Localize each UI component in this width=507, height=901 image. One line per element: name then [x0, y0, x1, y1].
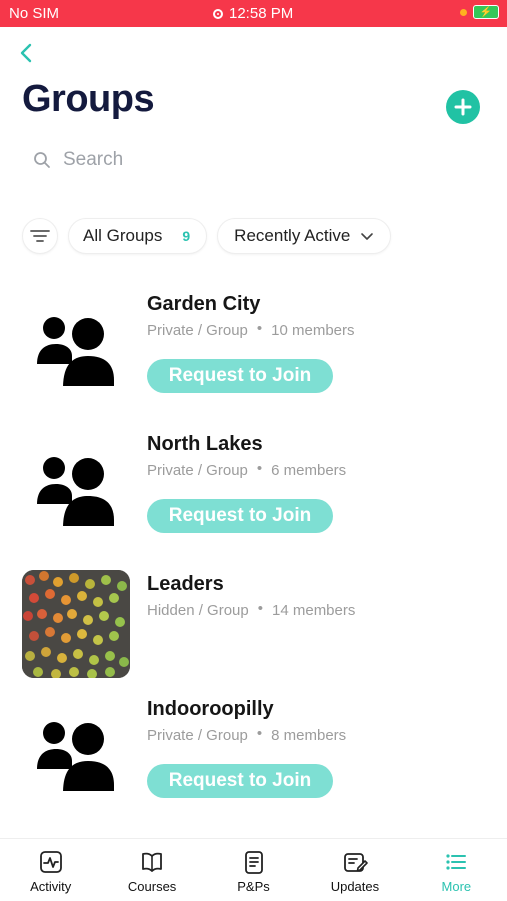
- group-visibility: Private / Group: [147, 727, 248, 744]
- clock-label: 12:58 PM: [229, 5, 294, 22]
- tab-label: Courses: [127, 879, 177, 894]
- chevron-down-icon: [361, 233, 374, 240]
- activity-icon: [39, 851, 62, 873]
- group-name: Leaders: [147, 573, 224, 595]
- sort-label: Recently Active: [234, 226, 351, 245]
- group-visibility: Private / Group: [147, 322, 248, 339]
- tab-updates[interactable]: Updates: [304, 839, 405, 901]
- filter-icon: [30, 230, 50, 242]
- back-button[interactable]: [17, 41, 37, 65]
- group-avatar: [22, 292, 130, 400]
- game-pieces-image: [22, 570, 130, 678]
- group-members: 8 members: [271, 727, 347, 744]
- group-members: 14 members: [272, 602, 356, 619]
- group-name: Garden City: [147, 293, 261, 315]
- updates-icon: [344, 853, 368, 872]
- filter-bar: All Groups 9 Recently Active: [22, 218, 392, 254]
- request-to-join-button[interactable]: Request to Join: [147, 499, 333, 533]
- group-members: 6 members: [271, 462, 347, 479]
- status-bar: No SIM 12:58 PM ⚡: [0, 0, 507, 27]
- bottom-tab-bar: Activity Courses P&Ps Updates More: [0, 838, 507, 901]
- group-visibility: Private / Group: [147, 462, 248, 479]
- group-meta: Private / Group • 6 members: [147, 460, 347, 479]
- group-meta: Private / Group • 8 members: [147, 725, 347, 744]
- sort-dropdown[interactable]: Recently Active: [217, 218, 392, 254]
- status-time: 12:58 PM: [213, 5, 293, 22]
- filter-button[interactable]: [22, 218, 58, 254]
- people-icon: [37, 722, 114, 791]
- battery-charging-icon: ⚡: [473, 5, 499, 19]
- tab-label: Updates: [330, 879, 380, 894]
- add-group-button[interactable]: [446, 90, 480, 124]
- search-input[interactable]: Search: [33, 146, 123, 174]
- tab-label: More: [441, 879, 472, 894]
- page-title: Groups: [22, 78, 155, 120]
- all-groups-filter[interactable]: All Groups 9: [68, 218, 208, 254]
- tab-label: Activity: [30, 879, 72, 894]
- search-placeholder: Search: [63, 149, 124, 170]
- status-indicators: ⚡: [460, 5, 499, 19]
- tab-pps[interactable]: P&Ps: [203, 839, 304, 901]
- group-meta: Private / Group • 10 members: [147, 320, 355, 339]
- tab-more[interactable]: More: [406, 839, 507, 901]
- group-avatar: [22, 432, 130, 540]
- screen-record-icon: [213, 8, 223, 19]
- carrier-label: No SIM: [9, 5, 60, 22]
- group-name: Indooroopilly: [147, 698, 274, 720]
- document-icon: [244, 851, 263, 874]
- plus-icon: [454, 98, 472, 116]
- all-groups-count: 9: [182, 228, 191, 244]
- tab-courses[interactable]: Courses: [101, 839, 202, 901]
- people-icon: [37, 457, 114, 526]
- request-to-join-button[interactable]: Request to Join: [147, 359, 333, 393]
- group-photo: [22, 570, 130, 678]
- chevron-left-icon: [20, 43, 32, 63]
- request-to-join-button[interactable]: Request to Join: [147, 764, 333, 798]
- search-icon: [34, 152, 50, 168]
- people-icon: [37, 317, 114, 386]
- group-visibility: Hidden / Group: [147, 602, 249, 619]
- tab-activity[interactable]: Activity: [0, 839, 101, 901]
- all-groups-label: All Groups: [83, 226, 163, 245]
- group-name: North Lakes: [147, 433, 263, 455]
- tab-label: P&Ps: [237, 879, 270, 894]
- group-members: 10 members: [271, 322, 355, 339]
- group-avatar: [22, 697, 130, 805]
- mic-indicator-icon: [460, 8, 467, 16]
- courses-icon: [142, 852, 163, 872]
- group-meta: Hidden / Group • 14 members: [147, 600, 356, 619]
- list-menu-icon: [446, 854, 467, 870]
